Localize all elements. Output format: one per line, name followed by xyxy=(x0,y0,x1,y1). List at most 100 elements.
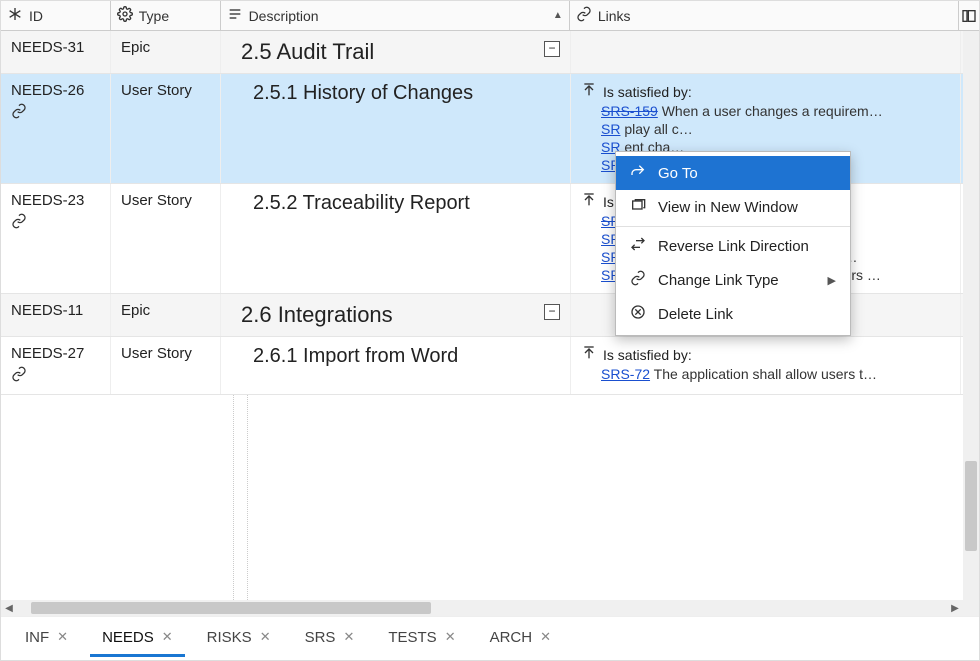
tab-risks[interactable]: RISKS ✕ xyxy=(195,621,283,657)
row-id: NEEDS-31 xyxy=(11,39,100,56)
reverse-icon xyxy=(630,236,646,256)
cell-description[interactable]: 2.5.1 History of Changes xyxy=(221,74,571,183)
menu-item-change-link-type[interactable]: Change Link Type ▶ xyxy=(616,263,850,297)
grid-header: ID Type Description ▲ Links xyxy=(1,1,979,31)
row-id: NEEDS-27 xyxy=(11,345,100,362)
links-header: Is satisfied by: xyxy=(581,82,950,101)
menu-item-label: Change Link Type xyxy=(658,272,779,289)
row-id: NEEDS-11 xyxy=(11,302,100,319)
column-header-type[interactable]: Type xyxy=(111,1,221,30)
menu-item-label: Delete Link xyxy=(658,306,733,323)
collapse-toggle[interactable]: − xyxy=(544,41,560,57)
column-header-id-label: ID xyxy=(29,8,43,24)
close-icon[interactable]: ✕ xyxy=(260,629,271,645)
close-icon[interactable]: ✕ xyxy=(343,629,354,645)
column-header-description[interactable]: Description ▲ xyxy=(221,1,570,30)
document-tabs: INF✕NEEDS✕RISKS✕SRS✕TESTS✕ARCH✕ xyxy=(1,616,979,660)
tab-label: NEEDS xyxy=(102,629,154,646)
row-description: 2.6.1 Import from Word xyxy=(231,345,560,368)
cell-description[interactable]: 2.5.2 Traceability Report xyxy=(221,184,571,293)
row-type: User Story xyxy=(121,192,192,209)
row-description: 2.6 Integrations xyxy=(231,302,560,328)
goto-icon xyxy=(630,163,646,183)
link-icon xyxy=(11,213,27,233)
row-type: User Story xyxy=(121,82,192,99)
row-id: NEEDS-26 xyxy=(11,82,100,99)
tab-tests[interactable]: TESTS ✕ xyxy=(376,621,467,657)
cell-id: NEEDS-26 xyxy=(1,74,111,183)
delete-icon xyxy=(630,304,646,324)
scroll-right-arrow-icon[interactable]: ▶ xyxy=(947,603,963,614)
column-header-links[interactable]: Links xyxy=(570,1,959,30)
link-text: play all c… xyxy=(620,121,692,137)
link-id[interactable]: SRS-72 xyxy=(601,366,650,382)
link-item: SR play all c… xyxy=(601,121,950,137)
menu-item-delete-link[interactable]: Delete Link xyxy=(616,297,850,331)
column-header-type-label: Type xyxy=(139,8,169,24)
row-description: 2.5 Audit Trail xyxy=(231,39,560,65)
cell-type: User Story xyxy=(111,184,221,293)
close-icon[interactable]: ✕ xyxy=(162,629,173,645)
tab-inf[interactable]: INF ✕ xyxy=(13,621,80,657)
table-row[interactable]: NEEDS-27 User Story 2.6.1 Import from Word… xyxy=(1,337,979,395)
vertical-scrollbar[interactable] xyxy=(963,31,979,632)
cell-type: Epic xyxy=(111,31,221,73)
cell-type: User Story xyxy=(111,74,221,183)
row-type: Epic xyxy=(121,302,150,319)
tab-label: SRS xyxy=(305,629,336,646)
column-config-button[interactable] xyxy=(959,1,979,30)
tab-needs[interactable]: NEEDS ✕ xyxy=(90,621,185,657)
menu-item-view-new-window[interactable]: View in New Window xyxy=(616,190,850,227)
tab-label: RISKS xyxy=(207,629,252,646)
cell-type: Epic xyxy=(111,294,221,336)
close-icon[interactable]: ✕ xyxy=(445,629,456,645)
scrollbar-track[interactable] xyxy=(17,600,947,616)
cell-id: NEEDS-27 xyxy=(1,337,111,394)
horizontal-scrollbar[interactable]: ◀ ▶ xyxy=(1,600,963,616)
tab-label: INF xyxy=(25,629,49,646)
new-window-icon xyxy=(630,197,646,217)
menu-item-reverse-link[interactable]: Reverse Link Direction xyxy=(616,229,850,263)
scrollbar-thumb[interactable] xyxy=(965,461,977,551)
scroll-left-arrow-icon[interactable]: ◀ xyxy=(1,603,17,614)
column-header-links-label: Links xyxy=(598,8,631,24)
chevron-right-icon: ▶ xyxy=(828,274,836,287)
context-menu: Go To View in New Window Reverse Link Di… xyxy=(615,151,851,336)
menu-item-goto[interactable]: Go To xyxy=(616,156,850,190)
link-text: The application shall allow users t… xyxy=(650,366,877,382)
cell-description[interactable]: 2.6.1 Import from Word xyxy=(221,337,571,394)
link-icon xyxy=(630,270,646,290)
list-icon xyxy=(227,6,243,25)
cell-type: User Story xyxy=(111,337,221,394)
link-id[interactable]: SRS-159 xyxy=(601,103,658,119)
menu-item-label: Go To xyxy=(658,165,698,182)
sort-ascending-icon[interactable]: ▲ xyxy=(553,10,563,21)
scrollbar-thumb[interactable] xyxy=(31,602,431,614)
cell-description[interactable]: 2.5 Audit Trail− xyxy=(221,31,571,73)
asterisk-icon xyxy=(7,6,23,25)
cell-links: Is satisfied by: SRS-72 The application s… xyxy=(571,337,961,394)
cell-id: NEEDS-31 xyxy=(1,31,111,73)
cell-description[interactable]: 2.6 Integrations− xyxy=(221,294,571,336)
tab-label: TESTS xyxy=(388,629,436,646)
close-icon[interactable]: ✕ xyxy=(57,629,68,645)
link-icon xyxy=(11,103,27,123)
link-icon xyxy=(576,6,592,25)
link-id[interactable]: SR xyxy=(601,121,620,137)
tab-srs[interactable]: SRS ✕ xyxy=(293,621,367,657)
link-item: SRS-72 The application shall allow users… xyxy=(601,366,950,382)
row-type: User Story xyxy=(121,345,192,362)
cell-links xyxy=(571,31,961,73)
link-item: SRS-159 When a user changes a requirem… xyxy=(601,103,950,119)
links-header-label: Is satisfied by: xyxy=(603,84,692,100)
collapse-toggle[interactable]: − xyxy=(544,304,560,320)
tab-arch[interactable]: ARCH✕ xyxy=(478,621,563,657)
row-type: Epic xyxy=(121,39,150,56)
link-text: When a user changes a requirem… xyxy=(658,103,883,119)
links-header-label: Is satisfied by: xyxy=(603,347,692,363)
arrow-up-icon xyxy=(581,345,597,364)
table-row[interactable]: NEEDS-31 Epic 2.5 Audit Trail− xyxy=(1,31,979,74)
column-header-id[interactable]: ID xyxy=(1,1,111,30)
close-icon[interactable]: ✕ xyxy=(540,629,551,645)
column-header-description-label: Description xyxy=(249,8,319,24)
